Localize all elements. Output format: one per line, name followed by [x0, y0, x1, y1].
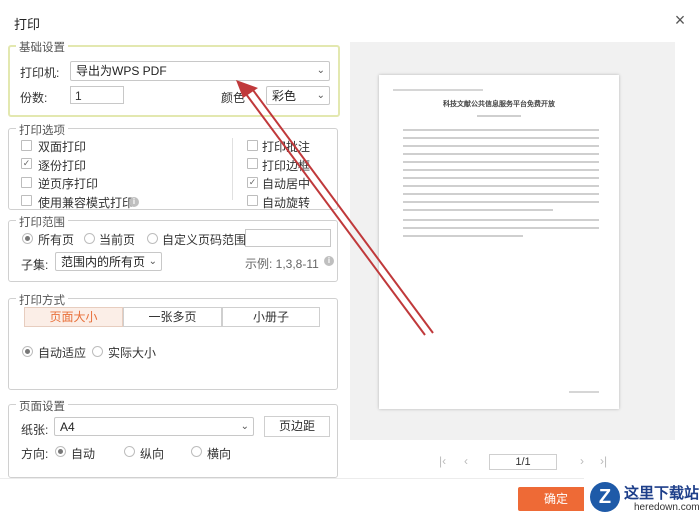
watermark: Z 这里下载站 heredown.com [584, 476, 700, 520]
watermark-url: heredown.com [634, 502, 700, 513]
annotation-arrow [236, 80, 434, 336]
watermark-name: 这里下载站 [624, 485, 700, 502]
watermark-logo-icon: Z [590, 482, 620, 512]
